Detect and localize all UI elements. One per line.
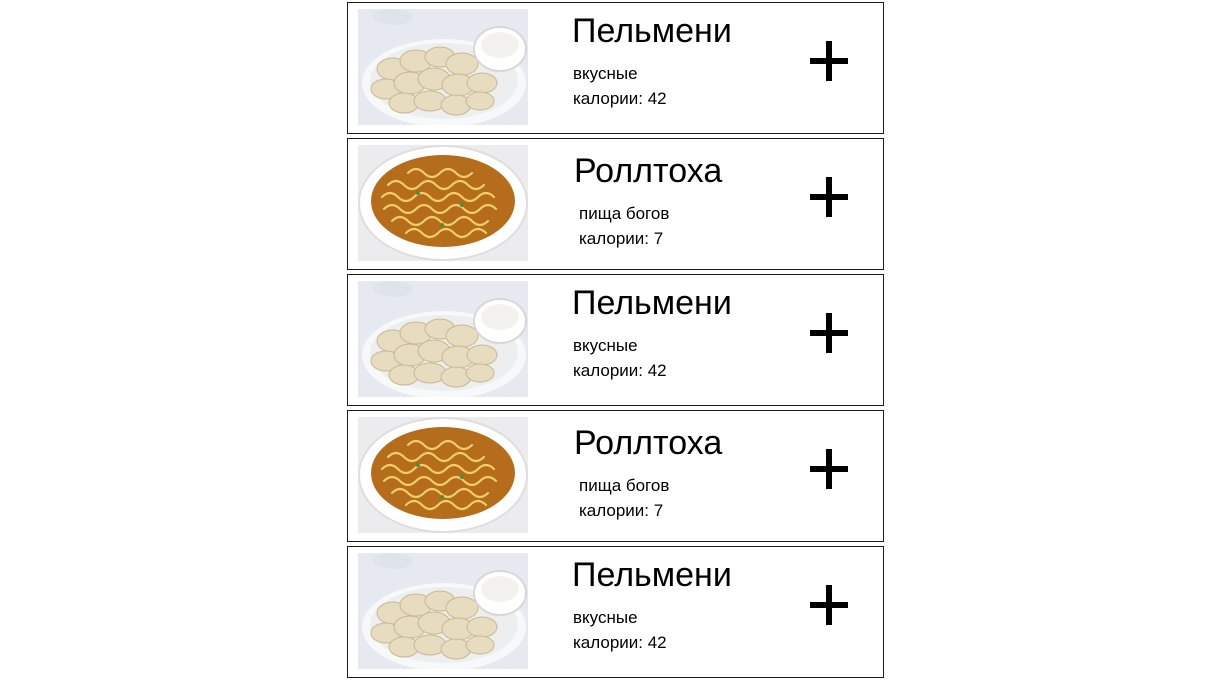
food-card: Роллтоха пища богов калории: 7 <box>347 138 884 270</box>
food-calories: калории: 42 <box>573 89 667 108</box>
food-description: вкусные <box>573 64 638 83</box>
food-calories: калории: 42 <box>573 361 667 380</box>
food-calories: калории: 7 <box>579 229 664 248</box>
food-card: Пельмени вкусные калории: 42 <box>347 274 884 406</box>
food-image <box>358 281 528 397</box>
plus-icon[interactable] <box>810 449 852 491</box>
plus-icon[interactable] <box>810 177 852 219</box>
plus-icon[interactable] <box>810 313 852 355</box>
plus-icon[interactable] <box>810 41 852 83</box>
food-description: пища богов <box>579 476 670 495</box>
food-image <box>358 9 528 125</box>
food-title: Роллтоха <box>574 152 723 190</box>
food-title: Роллтоха <box>574 424 723 462</box>
food-description: вкусные <box>573 336 638 355</box>
food-description: пища богов <box>579 204 670 223</box>
food-image <box>358 145 528 261</box>
food-card: Пельмени вкусные калории: 42 <box>347 2 884 134</box>
food-description: вкусные <box>573 608 638 627</box>
food-list: Пельмени вкусные калории: 42 Роллтоха пи… <box>347 2 884 682</box>
food-card: Пельмени вкусные калории: 42 <box>347 546 884 678</box>
food-calories: калории: 7 <box>579 501 664 520</box>
food-card: Роллтоха пища богов калории: 7 <box>347 410 884 542</box>
food-image <box>358 553 528 669</box>
food-image <box>358 417 528 533</box>
food-calories: калории: 42 <box>573 633 667 652</box>
plus-icon[interactable] <box>810 585 852 627</box>
food-title: Пельмени <box>572 284 732 322</box>
food-title: Пельмени <box>572 12 732 50</box>
food-title: Пельмени <box>572 556 732 594</box>
